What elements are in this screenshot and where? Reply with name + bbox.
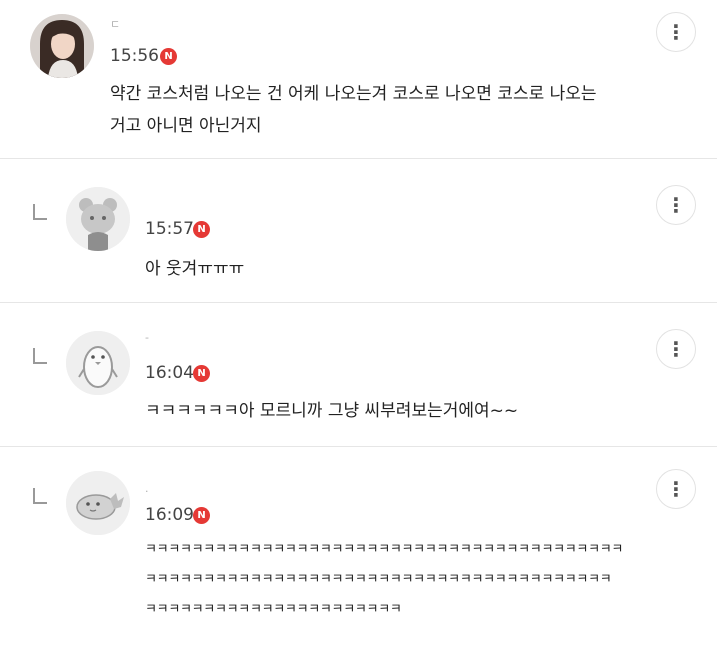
comment-text: 아 웃겨ㅠㅠㅠ <box>145 259 245 279</box>
new-badge: N <box>193 365 210 382</box>
comment-time: 16:09 <box>145 505 194 525</box>
profile-photo-image <box>30 14 94 78</box>
more-vertical-icon: ⋮ <box>666 193 686 217</box>
reply-comment: - 16:04 N ㅋㅋㅋㅋㅋㅋ아 모르니까 그냥 씨부려보는거에여~~ ⋮ <box>0 303 717 446</box>
more-options-button[interactable]: ⋮ <box>656 469 696 509</box>
comment-time: 15:57 <box>145 219 194 239</box>
comment: ㄷ 15:56 N 약간 코스처럼 나오는 건 어케 나오는겨 코스로 나오면 … <box>0 0 717 158</box>
author-name: ㄷ <box>110 18 121 31</box>
comment-text: ㅋㅋㅋㅋㅋㅋ아 모르니까 그냥 씨부려보는거에여~~ <box>145 401 519 421</box>
comment-time: 16:04 <box>145 363 194 383</box>
avatar[interactable] <box>66 187 130 251</box>
reply-corner-icon <box>33 348 47 364</box>
avatar[interactable] <box>66 331 130 395</box>
author-name: - <box>145 331 149 344</box>
avatar[interactable] <box>30 14 94 78</box>
new-badge: N <box>193 507 210 524</box>
more-vertical-icon: ⋮ <box>666 477 686 501</box>
comment-text: ㅋㅋㅋㅋㅋㅋㅋㅋㅋㅋㅋㅋㅋㅋㅋㅋㅋㅋㅋㅋㅋㅋㅋㅋㅋㅋㅋㅋㅋㅋㅋㅋㅋㅋㅋㅋㅋㅋㅋㅋ… <box>145 542 624 617</box>
more-options-button[interactable]: ⋮ <box>656 329 696 369</box>
new-badge: N <box>193 221 210 238</box>
more-vertical-icon: ⋮ <box>666 337 686 361</box>
more-options-button[interactable]: ⋮ <box>656 12 696 52</box>
reply-comment: · 16:09 N ㅋㅋㅋㅋㅋㅋㅋㅋㅋㅋㅋㅋㅋㅋㅋㅋㅋㅋㅋㅋㅋㅋㅋㅋㅋㅋㅋㅋㅋㅋ… <box>0 447 717 646</box>
reply-comment: 15:57 N 아 웃겨ㅠㅠㅠ ⋮ <box>0 159 717 302</box>
more-options-button[interactable]: ⋮ <box>656 185 696 225</box>
bear-character-image <box>66 187 130 251</box>
reply-corner-icon <box>33 488 47 504</box>
more-vertical-icon: ⋮ <box>666 20 686 44</box>
new-badge: N <box>160 48 177 65</box>
comment-time: 15:56 <box>110 46 159 66</box>
comment-text: 약간 코스처럼 나오는 건 어케 나오는겨 코스로 나오면 코스로 나오는 거고… <box>110 84 597 136</box>
author-name: · <box>145 485 149 498</box>
penguin-character-image <box>66 331 130 395</box>
avatar[interactable] <box>66 471 130 535</box>
reply-corner-icon <box>33 204 47 220</box>
dinosaur-character-image <box>66 471 130 535</box>
